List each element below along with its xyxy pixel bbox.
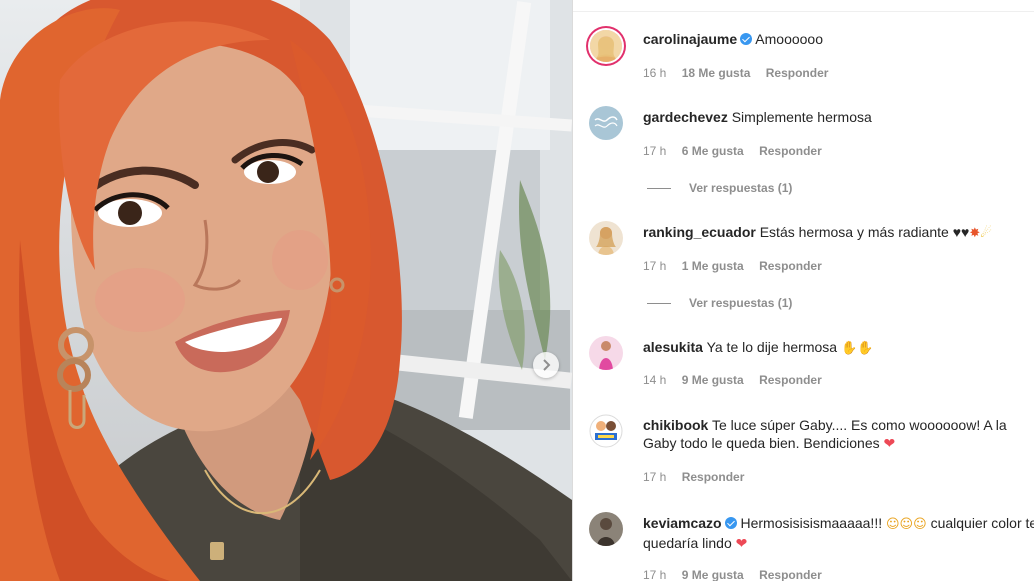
comment-time[interactable]: 16 h [643,66,666,80]
comment-username[interactable]: ranking_ecuador [643,224,756,240]
avatar[interactable] [589,512,623,546]
comment-text: gardechevez Simplemente hermosa [643,108,1034,126]
comment-meta: 17 h Responder [643,470,756,484]
avatar[interactable] [589,106,623,140]
comment-likes[interactable]: 9 Me gusta [682,568,744,581]
chevron-right-icon [543,359,551,371]
comment-time[interactable]: 17 h [643,144,666,158]
comment-meta: 17 h 9 Me gusta Responder [643,568,834,581]
comment-body: Simplemente hermosa [731,109,872,125]
next-photo-button[interactable] [533,352,559,378]
avatar[interactable] [590,30,622,62]
comment-likes[interactable]: 1 Me gusta [682,259,744,273]
comment-time[interactable]: 14 h [643,373,666,387]
comment-username[interactable]: chikibook [643,417,708,433]
collision-emoji-icon: ✸ [969,226,981,241]
verified-badge-icon [740,33,753,45]
post-photo [0,0,572,581]
red-heart-emoji-icon: ❤ [883,436,896,452]
comment-username[interactable]: alesukita [643,339,703,355]
comment-meta: 16 h 18 Me gusta Responder [643,66,840,80]
comment-body: Ya te lo dije hermosa [706,339,838,355]
verified-badge-icon [724,517,737,529]
comment-username[interactable]: gardechevez [643,109,728,125]
comment-time[interactable]: 17 h [643,259,666,273]
avatar[interactable] [589,336,623,370]
reply-button[interactable]: Responder [759,144,822,158]
reply-button[interactable]: Responder [759,259,822,273]
reply-button[interactable]: Responder [759,568,822,581]
comment-meta: 17 h 1 Me gusta Responder [643,259,834,273]
raised-hands-emoji-icon: ✋✋ [840,341,874,356]
comment-likes[interactable]: 18 Me gusta [682,66,751,80]
instagram-post-view: carolinajaume Amoooooo 16 h 18 Me gusta … [0,0,1034,581]
reply-button[interactable]: Responder [766,66,829,80]
heart-eyes-emoji-icon: ☺☺☺ [886,517,927,532]
replies-dash [647,188,671,190]
avatar-image [589,414,623,448]
comment-body: Amoooooo [755,31,823,47]
comment-body: Hermosisisismaaaaa!!! [740,515,883,531]
replies-dash [647,303,671,305]
comment-username[interactable]: carolinajaume [643,31,737,47]
comment-meta: 14 h 9 Me gusta Responder [643,373,834,387]
reply-button[interactable]: Responder [759,373,822,387]
view-replies-label: Ver respuestas (1) [689,296,793,310]
avatar[interactable] [589,221,623,255]
red-heart-emoji-icon: ❤ [735,536,748,552]
view-replies-button[interactable]: Ver respuestas (1) [647,181,792,195]
comment-time[interactable]: 17 h [643,470,666,484]
dizzy-emoji-icon: ☄ [980,226,992,241]
comment-meta: 17 h 6 Me gusta Responder [643,144,834,158]
comment-text: alesukita Ya te lo dije hermosa ✋✋ [643,338,1034,358]
comment-likes[interactable]: 6 Me gusta [682,144,744,158]
avatar-image [589,336,623,370]
post-image [0,0,572,581]
comments-panel: carolinajaume Amoooooo 16 h 18 Me gusta … [572,0,1034,581]
avatar-image [589,512,623,546]
avatar-image [589,221,623,255]
comment-text: carolinajaume Amoooooo [643,30,1034,48]
reply-button[interactable]: Responder [682,470,745,484]
comment-username[interactable]: keviamcazo [643,515,722,531]
avatar-image [590,30,622,62]
comment-text: ranking_ecuador Estás hermosa y más radi… [643,223,1034,243]
comment-text: chikibook Te luce súper Gaby.... Es como… [643,416,1023,453]
comment-time[interactable]: 17 h [643,568,666,581]
comment-likes[interactable]: 9 Me gusta [682,373,744,387]
view-replies-label: Ver respuestas (1) [689,181,793,195]
comment-body: Estás hermosa y más radiante ♥♥ [759,224,970,240]
view-replies-button[interactable]: Ver respuestas (1) [647,296,792,310]
divider [573,11,1034,12]
avatar[interactable] [589,414,623,448]
comment-text: keviamcazo Hermosisisismaaaaa!!! ☺☺☺ cua… [643,514,1034,553]
avatar-image [589,106,623,140]
